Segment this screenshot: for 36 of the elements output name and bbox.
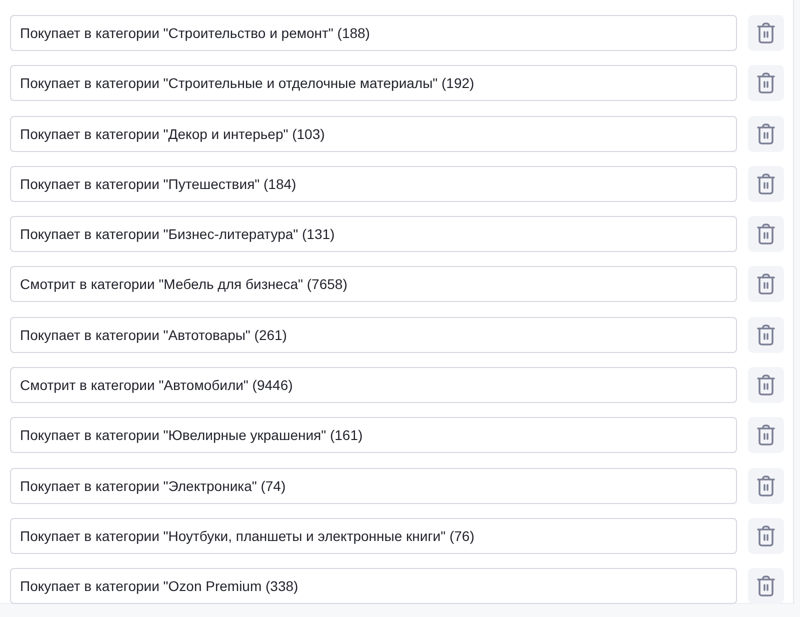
trash-icon — [756, 273, 776, 296]
condition-field[interactable]: Покупает в категории "Бизнес-литература" (131) — [10, 216, 737, 252]
condition-field[interactable]: Покупает в категории "Ozon Premium (338) — [10, 568, 737, 604]
condition-field[interactable]: Покупает в категории "Строительные и отделочные материалы" (192) — [10, 65, 737, 102]
delete-button[interactable] — [748, 216, 784, 252]
delete-button[interactable] — [748, 367, 784, 404]
delete-button[interactable] — [748, 166, 784, 202]
delete-button[interactable] — [748, 15, 784, 51]
trash-icon — [756, 474, 776, 497]
delete-button[interactable] — [748, 518, 784, 554]
condition-field[interactable]: Покупает в категории "Строительство и ремонт" (188) — [10, 15, 737, 51]
trash-icon — [756, 524, 776, 547]
trash-icon — [756, 374, 776, 396]
delete-button[interactable] — [748, 568, 784, 604]
trash-icon — [756, 223, 776, 246]
trash-icon — [756, 575, 776, 598]
condition-field[interactable]: Смотрит в категории "Автомобили" (9446) — [10, 367, 737, 404]
delete-button[interactable] — [748, 116, 784, 152]
condition-field[interactable]: Покупает в категории "Ювелирные украшения" (161) — [10, 417, 737, 454]
trash-icon — [756, 72, 776, 94]
trash-icon — [756, 324, 776, 346]
condition-field[interactable]: Покупает в категории "Путешествия" (184) — [10, 166, 737, 202]
condition-field[interactable]: Покупает в категории "Ноутбуки, планшеты и электронные книги" (76) — [10, 518, 737, 554]
condition-field[interactable]: Смотрит в категории "Мебель для бизнеса" (7658) — [10, 266, 737, 302]
delete-button[interactable] — [748, 417, 784, 454]
condition-field[interactable]: Покупает в категории "Электроника" (74) — [10, 468, 737, 504]
delete-button[interactable] — [748, 266, 784, 302]
trash-icon — [756, 424, 776, 446]
trash-icon — [756, 172, 776, 195]
delete-button[interactable] — [748, 468, 784, 504]
condition-field[interactable]: Покупает в категории "Декор и интерьер" (103) — [10, 116, 737, 152]
trash-icon — [756, 22, 776, 44]
delete-button[interactable] — [748, 65, 784, 102]
condition-field[interactable]: Покупает в категории "Автотовары" (261) — [10, 316, 737, 353]
delete-button[interactable] — [748, 316, 784, 353]
trash-icon — [756, 122, 776, 145]
